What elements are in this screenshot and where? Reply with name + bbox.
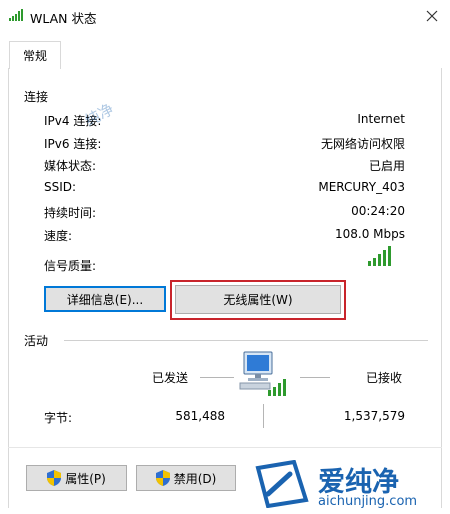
duration-label: 持续时间: [44, 206, 97, 220]
close-icon [426, 10, 438, 22]
activity-divider [64, 340, 428, 341]
close-button[interactable] [420, 4, 444, 28]
wireless-properties-button-label: 无线属性(W) [223, 293, 293, 307]
details-button-label: 详细信息(E)... [66, 292, 144, 307]
network-computer-icon [239, 351, 286, 396]
speed-label: 速度: [44, 229, 73, 243]
sent-label: 已发送 [152, 371, 189, 385]
media-state-value: 已启用 [368, 159, 405, 173]
properties-button[interactable]: 属性(P) [26, 465, 127, 491]
signal-quality-label: 信号质量: [44, 259, 97, 273]
received-line [300, 377, 330, 378]
media-state-label: 媒体状态: [44, 159, 97, 173]
tab-general-label: 常规 [22, 49, 47, 63]
ipv4-value: Internet [357, 112, 405, 126]
bytes-sent-value: 581,488 [175, 409, 225, 423]
properties-button-label: 属性(P) [65, 471, 106, 486]
bytes-divider [263, 404, 264, 428]
speed-value: 108.0 Mbps [334, 227, 405, 241]
disable-button[interactable]: 禁用(D) [136, 465, 236, 491]
ssid-value: MERCURY_403 [318, 180, 405, 194]
connection-heading: 连接 [24, 90, 49, 104]
activity-heading: 活动 [24, 334, 49, 348]
bytes-received-value: 1,537,579 [343, 409, 405, 423]
watermark-url: aichunjing.com [318, 494, 418, 509]
received-label: 已接收 [366, 371, 403, 385]
ssid-label: SSID: [44, 180, 77, 194]
duration-value: 00:24:20 [351, 204, 405, 218]
details-button[interactable]: 详细信息(E)... [44, 286, 166, 312]
ipv6-value: 无网络访问权限 [320, 137, 405, 151]
title-bar: WLAN 状态 [0, 0, 450, 32]
wifi-signal-icon [9, 9, 23, 21]
disable-button-label: 禁用(D) [173, 471, 217, 486]
bytes-label: 字节: [44, 411, 73, 425]
ipv6-label: IPv6 连接: [44, 137, 102, 151]
uac-shield-icon [47, 470, 62, 486]
wireless-properties-button[interactable]: 无线属性(W) [175, 285, 341, 314]
signal-bars-icon [368, 246, 391, 266]
uac-shield-icon [155, 470, 170, 486]
watermark-logo-icon [255, 460, 309, 508]
bottom-divider [8, 447, 442, 448]
window-title: WLAN 状态 [30, 11, 97, 26]
sent-line [200, 377, 234, 378]
tab-general[interactable]: 常规 [9, 41, 61, 69]
